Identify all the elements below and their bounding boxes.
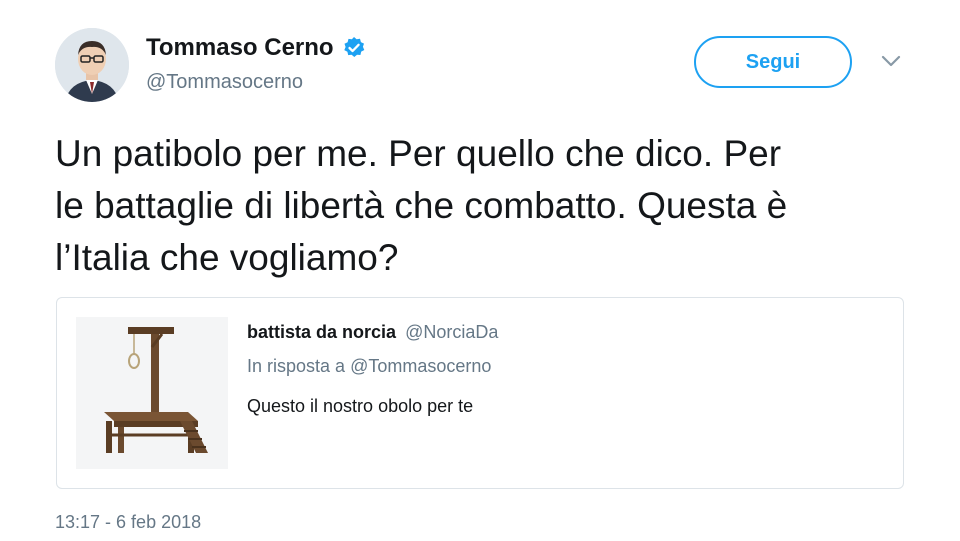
follow-button[interactable]: Segui	[694, 36, 852, 88]
author-name-row[interactable]: Tommaso Cerno	[146, 34, 366, 62]
author-avatar[interactable]	[55, 28, 129, 102]
chevron-down-icon[interactable]	[880, 54, 902, 68]
reply-mention-link[interactable]: @Tommasocerno	[350, 356, 491, 376]
quoted-tweet-card[interactable]: battista da norcia @NorciaDa In risposta…	[56, 297, 904, 489]
verified-badge-icon	[343, 37, 364, 57]
quoted-tweet-body: battista da norcia @NorciaDa In risposta…	[247, 320, 498, 418]
reply-context: In risposta a @Tommasocerno	[247, 354, 498, 378]
quoted-tweet-author-name[interactable]: battista da norcia	[247, 322, 396, 342]
tweet-timestamp[interactable]: 13:17 - 6 feb 2018	[55, 512, 201, 533]
author-display-name[interactable]: Tommaso Cerno	[146, 34, 334, 62]
author-handle[interactable]: @Tommasocerno	[146, 71, 303, 94]
tweet-text-line: le battaglie di libertà che combatto. Qu…	[55, 185, 788, 226]
tweet-text-line: l’Italia che vogliamo?	[55, 237, 399, 278]
quoted-tweet-author-row: battista da norcia @NorciaDa	[247, 320, 498, 344]
quoted-tweet-author-handle[interactable]: @NorciaDa	[405, 322, 498, 342]
reply-prefix: In risposta a	[247, 356, 346, 376]
gallows-icon	[76, 317, 228, 469]
quoted-tweet-image[interactable]	[76, 317, 228, 469]
tweet-text: Un patibolo per me. Per quello che dico.…	[55, 128, 925, 284]
tweet-text-line: Un patibolo per me. Per quello che dico.…	[55, 133, 782, 174]
avatar-portrait	[55, 28, 129, 102]
quoted-tweet-text: Questo il nostro obolo per te	[247, 396, 474, 416]
